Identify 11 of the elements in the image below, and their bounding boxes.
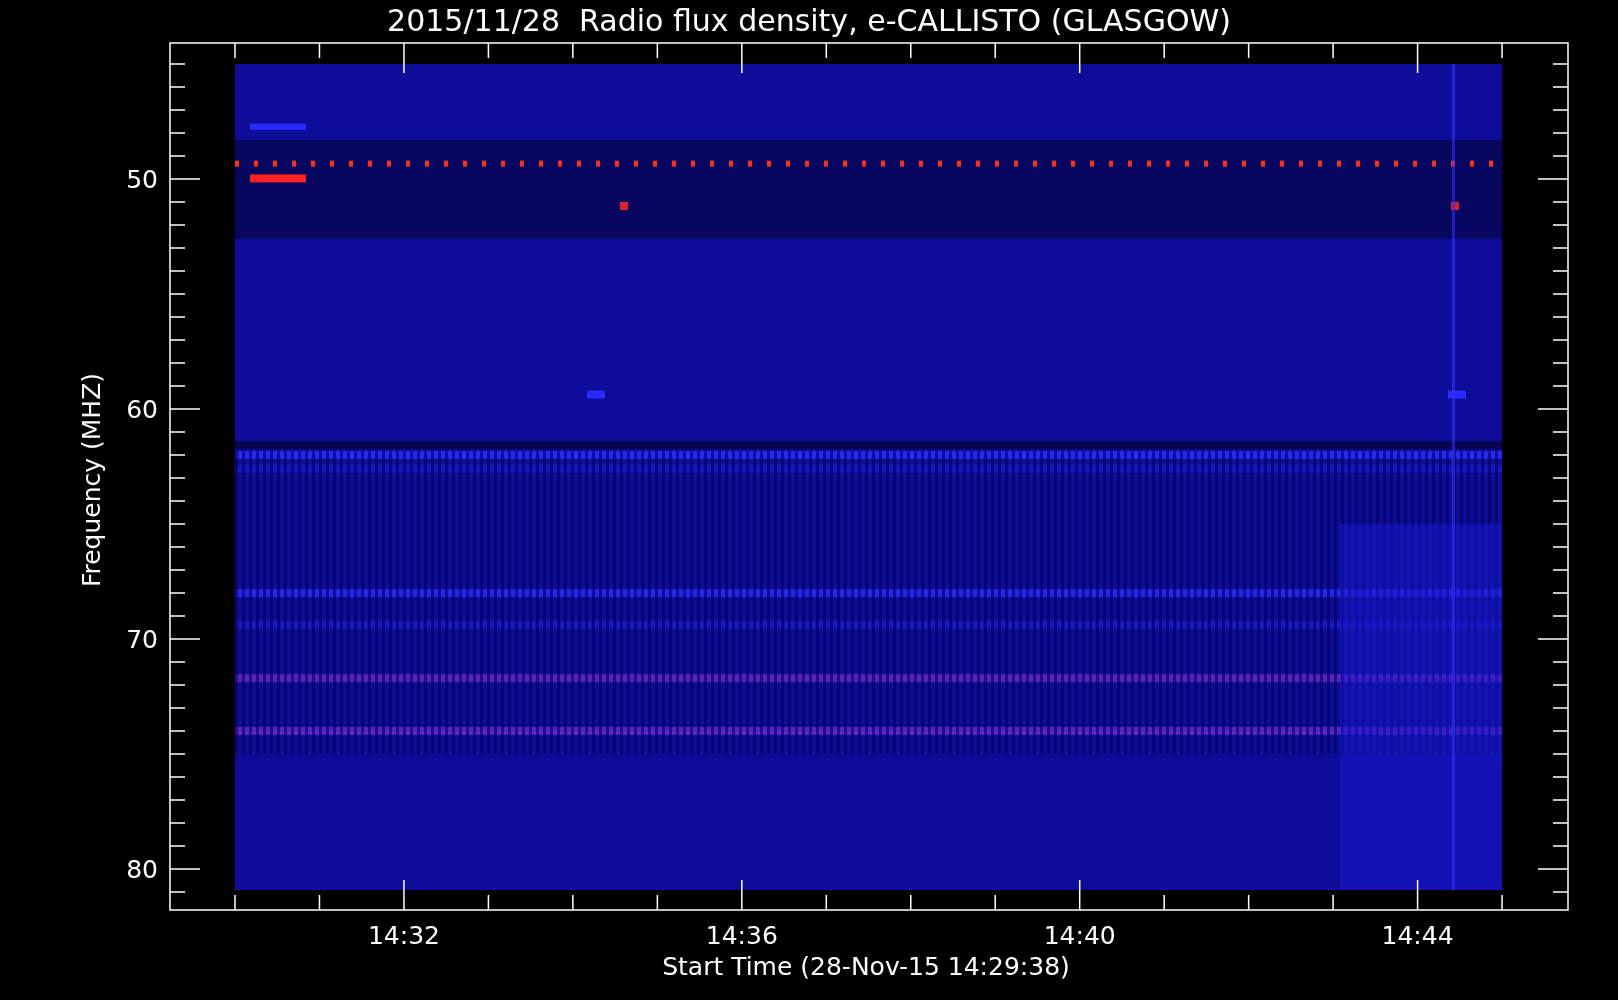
x-tick-label: 14:44 <box>1381 921 1454 950</box>
y-tick-label: 60 <box>126 395 158 424</box>
x-tick-label: 14:36 <box>705 921 778 950</box>
y-axis-label: Frequency (MHZ) <box>77 372 106 588</box>
y-tick-label: 80 <box>126 855 158 884</box>
x-tick-label: 14:32 <box>367 921 440 950</box>
y-tick-label: 50 <box>126 165 158 194</box>
plot-title: 2015/11/28 Radio flux density, e-CALLISTO (GLASGOW) <box>387 3 1231 38</box>
y-tick-label: 70 <box>126 625 158 654</box>
x-tick-label: 14:40 <box>1043 921 1116 950</box>
x-axis-label: Start Time (28-Nov-15 14:29:38) <box>662 952 1070 981</box>
